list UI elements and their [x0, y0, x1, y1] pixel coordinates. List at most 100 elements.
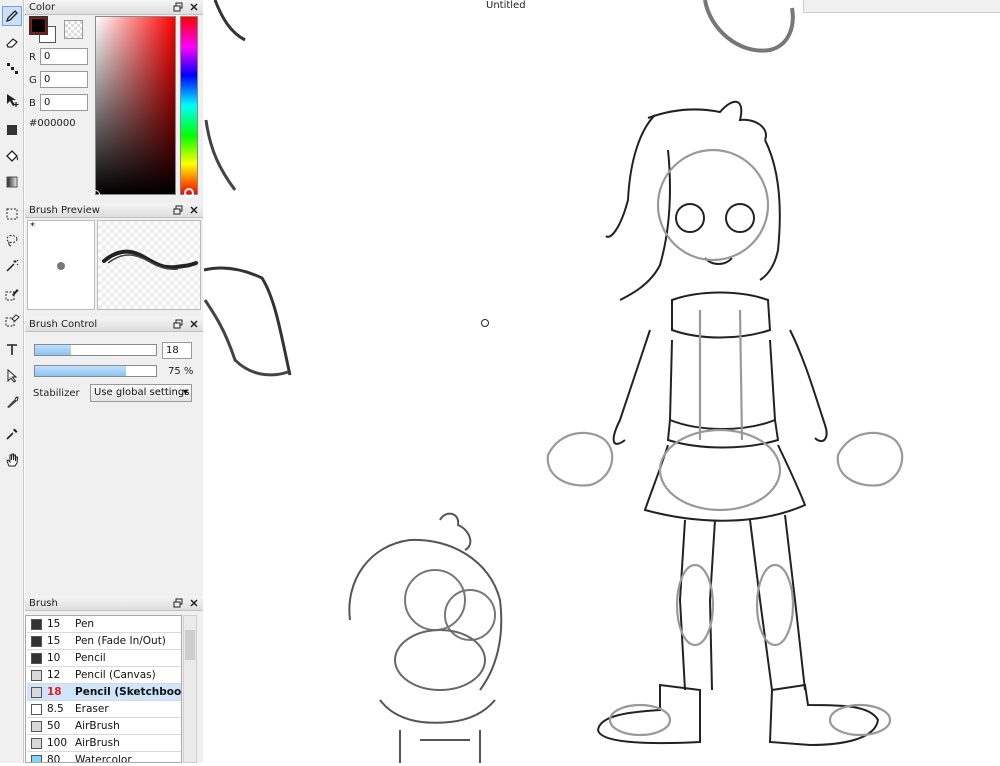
- brush-color-chip: [31, 687, 42, 698]
- brush-preview-title: Brush Preview: [25, 203, 203, 218]
- brush-stroke-preview: [97, 220, 201, 310]
- brush-size: 100: [47, 737, 68, 749]
- brush-list-item[interactable]: 18 Pencil (Sketchbook): [27, 684, 181, 701]
- brush-list-item[interactable]: 15 Pen: [27, 616, 181, 633]
- tool-strip: [0, 0, 24, 763]
- brush-color-chip: [31, 755, 42, 762]
- brush-list-item[interactable]: 15 Pen (Fade In/Out): [27, 633, 181, 650]
- eyedropper-tool[interactable]: [2, 424, 22, 444]
- operation-tool[interactable]: [2, 366, 22, 386]
- hand-tool[interactable]: [2, 450, 22, 470]
- magic-wand-tool[interactable]: [2, 256, 22, 276]
- select-eraser-tool[interactable]: [2, 310, 22, 330]
- pencil-icon: [5, 10, 18, 23]
- close-icon[interactable]: [189, 319, 199, 329]
- stabilizer-dropdown[interactable]: Use global settings ▾: [90, 384, 192, 402]
- brush-list-item[interactable]: 10 Pencil: [27, 650, 181, 667]
- pen-nib-tool[interactable]: [2, 392, 22, 412]
- gradient-tool[interactable]: [2, 172, 22, 192]
- dot-pen-tool[interactable]: [2, 58, 22, 78]
- float-icon[interactable]: [173, 205, 183, 215]
- brush-size: 15: [47, 618, 61, 630]
- hand-icon: [6, 453, 19, 467]
- select-pen-tool[interactable]: [2, 284, 22, 304]
- brush-list-item[interactable]: 50 AirBrush: [27, 718, 181, 735]
- brush-name: AirBrush: [75, 737, 120, 749]
- foreground-color-swatch[interactable]: [29, 16, 48, 35]
- brush-color-chip: [31, 653, 42, 664]
- r-label: R: [29, 52, 36, 63]
- hue-slider[interactable]: [180, 16, 198, 198]
- brush-control-title: Brush Control: [25, 317, 203, 332]
- brush-name: Watercolor: [75, 754, 132, 763]
- r-field[interactable]: 0: [40, 48, 88, 65]
- size-field[interactable]: 18: [162, 342, 192, 359]
- brush-list-item[interactable]: 8.5 Eraser: [27, 701, 181, 718]
- lasso-tool[interactable]: [2, 230, 22, 250]
- move-icon: [7, 94, 19, 107]
- brush-name: Pen: [75, 618, 95, 630]
- brush-name: Eraser: [75, 703, 109, 715]
- drawing-canvas[interactable]: [203, 0, 1000, 763]
- close-icon[interactable]: [189, 598, 199, 608]
- paint-bucket-icon: [6, 150, 18, 162]
- sketch-artwork: [203, 0, 904, 763]
- close-icon[interactable]: [189, 2, 199, 12]
- stabilizer-label: Stabilizer: [33, 388, 80, 399]
- float-icon[interactable]: [173, 598, 183, 608]
- select-pen-icon: [5, 289, 19, 301]
- brush-list-item[interactable]: 100 AirBrush: [27, 735, 181, 752]
- fill-rect-tool[interactable]: [2, 120, 22, 140]
- panels-column: Color R 0 G 0 B 0 #000000 Brush Preview: [25, 0, 203, 763]
- text-icon: [7, 344, 17, 355]
- brush-name: Pen (Fade In/Out): [75, 635, 166, 647]
- close-icon[interactable]: [189, 205, 199, 215]
- g-field[interactable]: 0: [40, 71, 88, 88]
- eraser-icon: [6, 38, 18, 48]
- stroke-sample: [102, 249, 198, 271]
- brush-list-scrollbar[interactable]: [183, 615, 197, 763]
- move-tool[interactable]: [2, 90, 22, 110]
- hex-value: #000000: [29, 118, 76, 129]
- brush-list-item[interactable]: 12 Pencil (Canvas): [27, 667, 181, 684]
- brush-size: 8.5: [47, 703, 64, 715]
- brush-tip-preview: *: [27, 220, 95, 310]
- select-eraser-icon: [5, 314, 20, 327]
- magic-wand-icon: [6, 259, 19, 272]
- brush-color-chip: [31, 704, 42, 715]
- brush-tip-dot: [57, 262, 65, 270]
- preview-asterisk: *: [30, 221, 35, 232]
- brush-color-chip: [31, 738, 42, 749]
- rect-select-tool[interactable]: [2, 204, 22, 224]
- float-icon[interactable]: [173, 319, 183, 329]
- arrow-icon: [7, 368, 18, 383]
- saturation-value-picker[interactable]: [91, 16, 176, 199]
- b-field[interactable]: 0: [40, 94, 88, 111]
- pencil-tool[interactable]: [2, 6, 22, 26]
- brush-name: Pencil: [75, 652, 106, 664]
- brush-control-panel: Brush Control 18 75 % Stabilizer Use glo…: [25, 317, 203, 595]
- transparent-color-swatch[interactable]: [64, 20, 83, 39]
- brush-size: 10: [47, 652, 61, 664]
- brush-size: 50: [47, 720, 61, 732]
- document-title: Untitled: [486, 0, 526, 11]
- brush-panel-title: Brush: [25, 596, 203, 611]
- brush-size: 18: [47, 686, 62, 698]
- lasso-icon: [6, 235, 18, 247]
- hue-cursor[interactable]: [184, 188, 194, 198]
- dots-icon: [7, 63, 18, 74]
- color-panel: Color R 0 G 0 B 0 #000000: [25, 0, 203, 201]
- eraser-tool[interactable]: [2, 32, 22, 52]
- bucket-tool[interactable]: [2, 146, 22, 166]
- text-tool[interactable]: [2, 340, 22, 360]
- brush-list: 15 Pen 15 Pen (Fade In/Out) 10 Pencil 12 Pencil…: [25, 615, 182, 763]
- brush-list-item[interactable]: 80 Watercolor: [27, 752, 181, 763]
- float-icon[interactable]: [173, 2, 183, 12]
- opacity-slider[interactable]: [34, 365, 157, 377]
- scrollbar-thumb[interactable]: [185, 630, 195, 660]
- brush-panel: Brush 15 Pen 15 Pen (Fade In/Out) 10 Pencil 12…: [25, 596, 203, 763]
- brush-color-chip: [31, 721, 42, 732]
- brush-preview-panel: Brush Preview *: [25, 203, 203, 316]
- size-slider[interactable]: [34, 344, 157, 356]
- sv-cursor[interactable]: [91, 190, 100, 199]
